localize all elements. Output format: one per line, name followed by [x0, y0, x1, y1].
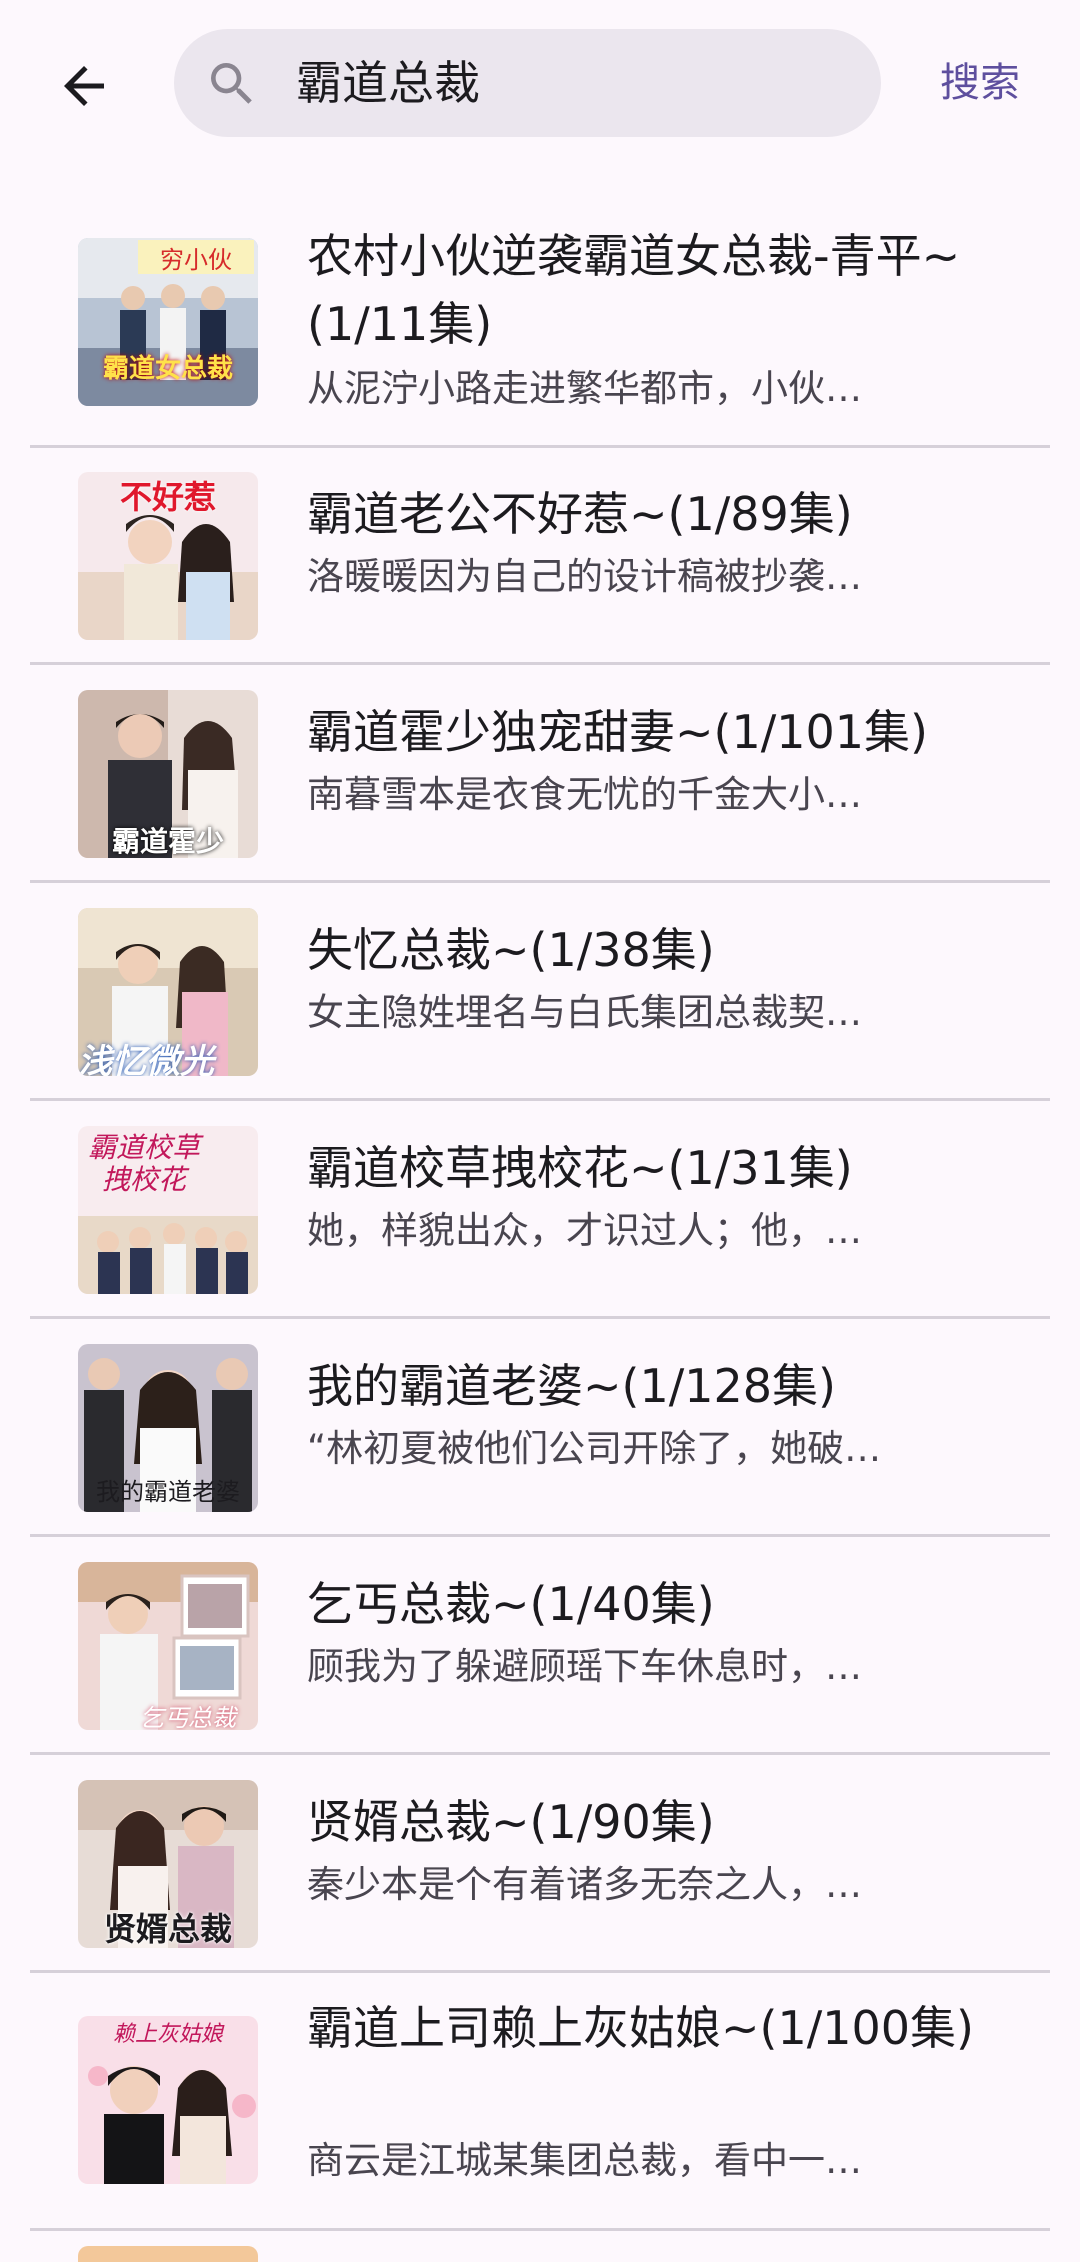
poster-caption: 不好惹 — [119, 478, 216, 516]
poster-thumbnail: 赖上灰姑娘 — [78, 2016, 258, 2184]
divider — [30, 2228, 1050, 2231]
poster-thumbnail: 霸道霍少 — [78, 690, 258, 858]
result-description: 南暮雪本是衣食无忧的千金大小… — [307, 773, 862, 816]
poster-thumbnail: 霸道校草拽校花 — [78, 1126, 258, 1294]
list-item[interactable]: 不好惹 霸道老公不好惹~(1/89集) 洛暖暖因为自己的设计稿被抄袭… — [0, 448, 1080, 665]
back-button[interactable] — [48, 50, 120, 122]
result-description: 洛暖暖因为自己的设计稿被抄袭… — [307, 555, 862, 598]
search-icon — [211, 63, 252, 104]
divider — [30, 1970, 1050, 1973]
poster-thumbnail — [78, 2246, 258, 2262]
poster-caption: 乞丐总裁 — [140, 1704, 236, 1730]
poster-thumbnail: 不好惹 — [78, 472, 258, 640]
result-description: 秦少本是个有着诸多无奈之人，… — [307, 1863, 862, 1906]
list-item[interactable]: 乞丐总裁 乞丐总裁~(1/40集) 顾我为了躲避顾瑶下车休息时，… — [0, 1538, 1080, 1755]
list-item[interactable]: 贤婿总裁 贤婿总裁~(1/90集) 秦少本是个有着诸多无奈之人，… — [0, 1756, 1080, 1973]
svg-text:穷小伙: 穷小伙 — [160, 246, 232, 274]
search-query-text[interactable]: 霸道总裁 — [296, 29, 480, 137]
result-title: 霸道校草拽校花~(1/31集) — [307, 1141, 853, 1195]
result-description: 从泥泞小路走进繁华都市，小伙… — [307, 367, 862, 410]
poster-caption: 霸道女总裁 — [102, 354, 233, 384]
list-item[interactable]: 霸道校草拽校花 霸道校草拽校花~(1/31集) 她，样貌出众，才识过人；他，… — [0, 1102, 1080, 1319]
list-item[interactable]: 霸道霍少 霸道霍少独宠甜妻~(1/101集) 南暮雪本是衣食无忧的千金大小… — [0, 666, 1080, 883]
result-description: 她，样貌出众，才识过人；他，… — [307, 1209, 862, 1252]
result-title: 贤婿总裁~(1/90集) — [307, 1795, 715, 1849]
result-description: 顾我为了躲避顾瑶下车休息时，… — [307, 1645, 862, 1688]
search-input[interactable]: 霸道总裁 — [174, 29, 881, 137]
top-bar: 霸道总裁 搜索 — [0, 0, 1080, 165]
result-description: “林初夏被他们公司开除了，她破… — [307, 1427, 882, 1470]
arrow-left-icon — [64, 66, 104, 106]
divider — [30, 1098, 1050, 1101]
search-button[interactable]: 搜索 — [940, 50, 1020, 116]
result-description: 女主隐姓埋名与白氏集团总裁契… — [307, 991, 862, 1034]
poster-caption: 霸道霍少 — [111, 825, 224, 858]
poster-thumbnail: 乞丐总裁 — [78, 1562, 258, 1730]
poster-thumbnail: 穷小伙 霸道女总裁 — [78, 238, 258, 406]
divider — [30, 1316, 1050, 1319]
result-title: 霸道霍少独宠甜妻~(1/101集) — [307, 705, 928, 759]
list-item[interactable]: 浅忆微光 失忆总裁~(1/38集) 女主隐姓埋名与白氏集团总裁契… — [0, 884, 1080, 1101]
result-title: 霸道上司赖上灰姑娘~(1/100集) — [307, 2001, 974, 2055]
result-title: 我的霸道老婆~(1/128集) — [307, 1359, 836, 1413]
divider — [30, 1752, 1050, 1755]
divider — [30, 880, 1050, 883]
result-title: 乞丐总裁~(1/40集) — [307, 1577, 715, 1631]
result-title: 农村小伙逆袭霸道女总裁-青平~(1/11集) — [307, 229, 961, 351]
result-title: 霸道老公不好惹~(1/89集) — [307, 487, 853, 541]
poster-thumbnail: 我的霸道老婆 — [78, 1344, 258, 1512]
poster-caption: 赖上灰姑娘 — [112, 2022, 223, 2047]
divider — [30, 662, 1050, 665]
list-item[interactable]: 穷小伙 霸道女总裁 农村小伙逆袭霸道女总裁-青平~(1/11集) 从泥泞小路走进… — [0, 190, 1080, 448]
poster-thumbnail: 贤婿总裁 — [78, 1780, 258, 1948]
list-item[interactable]: 我的霸道老婆 我的霸道老婆~(1/128集) “林初夏被他们公司开除了，她破… — [0, 1320, 1080, 1537]
poster-caption: 我的霸道老婆 — [96, 1478, 240, 1506]
poster-caption: 霸道校草拽校花 — [87, 1131, 200, 1196]
poster-caption: 贤婿总裁 — [103, 1910, 232, 1948]
result-title: 失忆总裁~(1/38集) — [307, 923, 715, 977]
list-item[interactable]: 赖上灰姑娘 霸道上司赖上灰姑娘~(1/100集) 商云是江城某集团总裁，看中一… — [0, 1974, 1080, 2231]
result-description: 商云是江城某集团总裁，看中一… — [307, 2139, 862, 2182]
poster-caption: 浅忆微光 — [78, 1042, 214, 1076]
poster-thumbnail: 浅忆微光 — [78, 908, 258, 1076]
divider — [30, 1534, 1050, 1537]
list-item[interactable] — [0, 2232, 1080, 2262]
